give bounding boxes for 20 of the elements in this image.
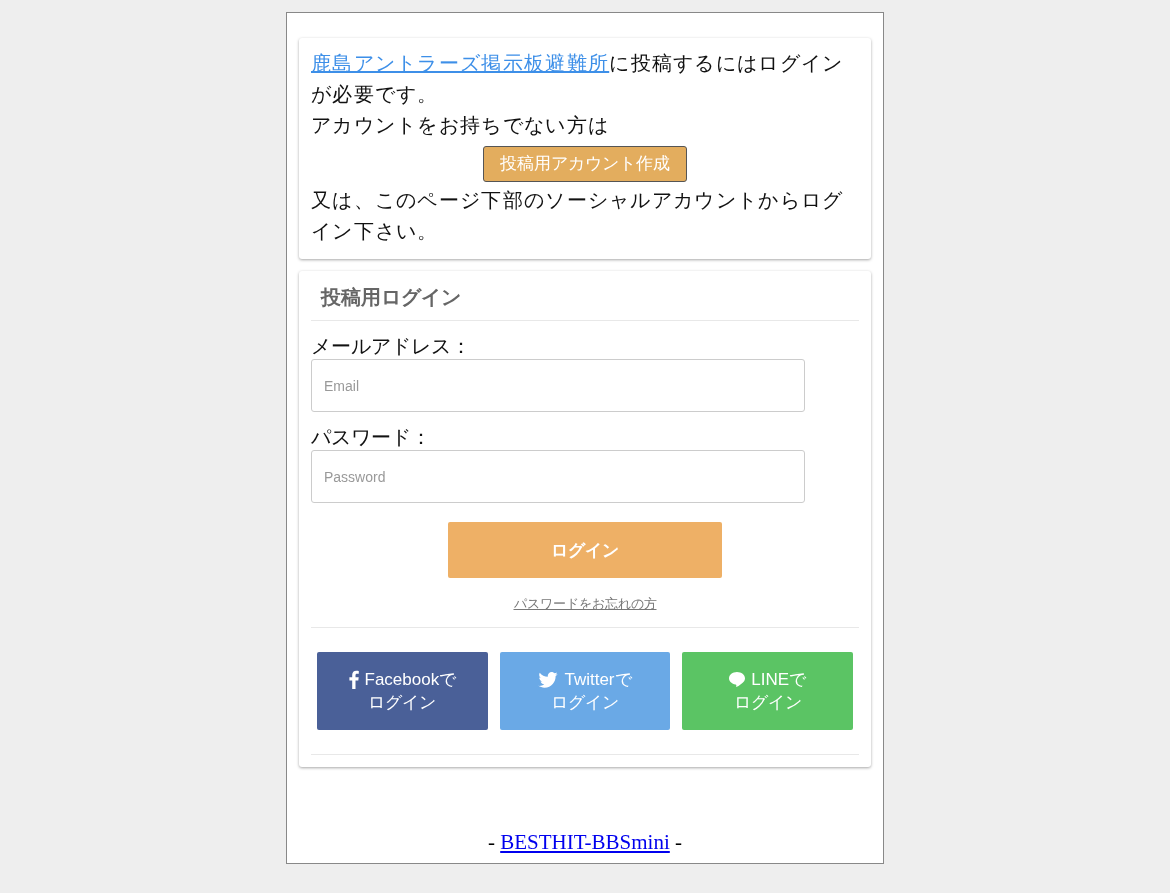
bird-icon: [538, 671, 559, 688]
social-login-button[interactable]: LINEで ログイン: [682, 652, 853, 730]
board-link[interactable]: 鹿島アントラーズ掲示板避難所: [311, 52, 610, 74]
footer-text: - BESTHIT-BBSmini -: [486, 830, 684, 856]
footer-link[interactable]: BESTHIT-BBSmini: [500, 830, 670, 854]
login-title: 投稿用ログイン: [311, 271, 859, 321]
no-account-text: アカウントをお持ちでない方は: [311, 113, 611, 138]
social-login-button[interactable]: Facebookで ログイン: [317, 652, 488, 730]
field-label: メールアドレス：: [311, 334, 472, 359]
login-button[interactable]: ログイン: [448, 522, 722, 578]
speech-bubble-icon: [729, 672, 746, 687]
input-field[interactable]: Email: [311, 359, 805, 412]
create-account-button[interactable]: 投稿用アカウント作成: [483, 146, 687, 182]
social-login-hint: 又は、このページ下部のソーシャルアカウントからログイン下さい。: [311, 188, 845, 244]
login-required-text: 鹿島アントラーズ掲示板避難所に投稿するにはログインが必要です。: [311, 51, 845, 107]
field-label: パスワード：: [311, 425, 432, 450]
input-field[interactable]: Password: [311, 450, 805, 503]
social-login-button[interactable]: Twitterで ログイン: [499, 652, 671, 730]
facebook-f-icon: [348, 670, 359, 689]
forgot-password-link[interactable]: パスワードをお忘れの方: [513, 595, 657, 613]
